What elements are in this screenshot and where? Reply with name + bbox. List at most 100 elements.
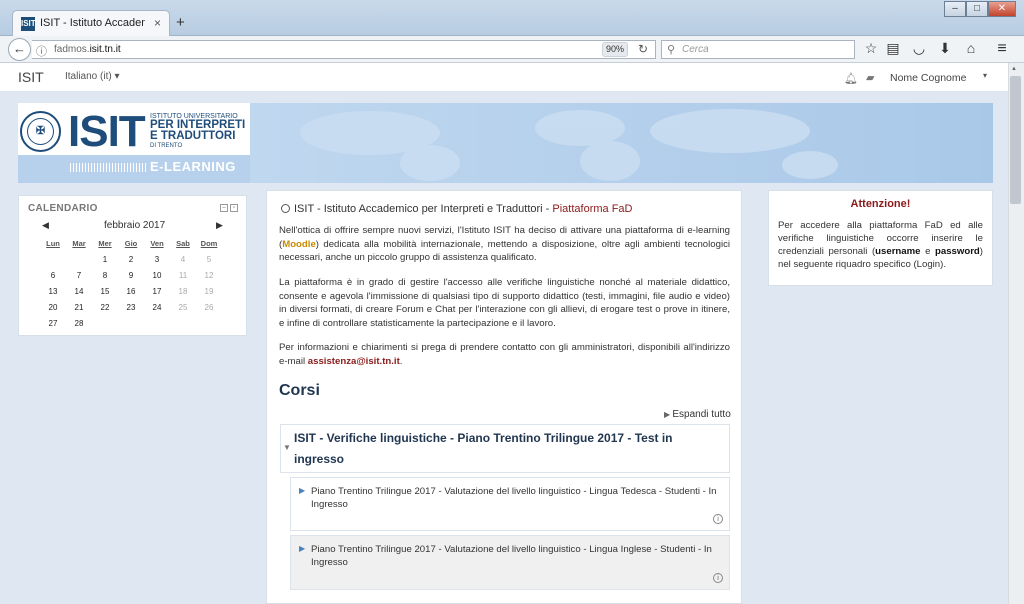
info-icon[interactable]: ⓘ xyxy=(36,43,47,59)
calendar-day[interactable]: 23 xyxy=(118,300,144,316)
calendar-day[interactable]: 17 xyxy=(144,284,170,300)
calendar-day[interactable]: 26 xyxy=(196,300,222,316)
calendar-day xyxy=(66,252,92,268)
course-link[interactable]: Piano Trentino Trilingue 2017 - Valutazi… xyxy=(311,485,721,511)
user-menu-caret-icon[interactable]: ▾ xyxy=(983,71,987,80)
site-icon xyxy=(281,204,290,213)
attention-text: Per accedere alla piattaforma FaD ed all… xyxy=(778,220,983,270)
site-summary-title: ISIT - Istituto Accademico per Interpret… xyxy=(281,203,633,215)
calendar-day xyxy=(92,316,118,332)
calendar-weekday-label: Lun xyxy=(46,239,60,248)
back-arrow-icon[interactable]: ← xyxy=(8,38,31,61)
course-expand-icon[interactable]: ▶ xyxy=(299,544,305,553)
course-expand-icon[interactable]: ▶ xyxy=(299,486,305,495)
reload-icon[interactable]: ↻ xyxy=(638,42,648,56)
scrollbar-thumb[interactable] xyxy=(1010,76,1021,204)
course-info-icon[interactable]: i xyxy=(713,573,723,583)
minimize-button[interactable]: – xyxy=(944,1,966,17)
world-map-graphic xyxy=(300,109,838,181)
messages-icon[interactable]: ▰ xyxy=(866,71,874,84)
course-link[interactable]: Piano Trentino Trilingue 2017 - Valutazi… xyxy=(311,543,721,569)
calendar-day[interactable]: 13 xyxy=(40,284,66,300)
close-window-button[interactable]: ✕ xyxy=(988,1,1016,17)
language-menu[interactable]: Italiano (it) ▾ xyxy=(65,71,119,82)
maximize-button[interactable]: □ xyxy=(966,1,988,17)
calendar-day[interactable]: 5 xyxy=(196,252,222,268)
menu-icon[interactable]: ≡ xyxy=(993,40,1011,58)
search-input[interactable]: ⚲ Cerca xyxy=(661,40,855,59)
elearning-label: E-LEARNING xyxy=(150,159,236,174)
calendar-day[interactable]: 27 xyxy=(40,316,66,332)
pocket-icon[interactable]: ◡ xyxy=(910,40,928,57)
calendar-next-month-icon[interactable]: ▶ xyxy=(216,220,223,231)
new-tab-button[interactable]: + xyxy=(176,14,185,31)
search-placeholder: Cerca xyxy=(682,44,709,55)
site-brand-link[interactable]: ISIT xyxy=(18,69,44,85)
category-title[interactable]: ISIT - Verifiche linguistiche - Piano Tr… xyxy=(294,428,704,470)
calendar-day xyxy=(118,316,144,332)
calendar-day[interactable]: 10 xyxy=(144,268,170,284)
calendar-month-label[interactable]: febbraio 2017 xyxy=(104,220,165,231)
calendar-day[interactable]: 7 xyxy=(66,268,92,284)
calendar-day[interactable]: 20 xyxy=(40,300,66,316)
scroll-up-arrow-icon[interactable]: ▲ xyxy=(1011,66,1017,72)
calendar-day[interactable]: 11 xyxy=(170,268,196,284)
calendar-day[interactable]: 16 xyxy=(118,284,144,300)
course-item[interactable]: ▶ Piano Trentino Trilingue 2017 - Valuta… xyxy=(290,535,730,590)
expand-all-link[interactable]: ▶ Espandi tutto xyxy=(664,409,731,420)
calendar-day[interactable]: 24 xyxy=(144,300,170,316)
calendar-day[interactable]: 6 xyxy=(40,268,66,284)
user-menu[interactable]: Nome Cognome xyxy=(890,72,966,84)
calendar-weekday-label: Gio xyxy=(124,239,138,248)
notifications-bell-icon[interactable]: 🔔︎ xyxy=(844,72,858,85)
calendar-day[interactable]: 14 xyxy=(66,284,92,300)
calendar-day[interactable]: 28 xyxy=(66,316,92,332)
calendar-weekday-label: Sab xyxy=(176,239,190,248)
intro-paragraph-2: La piattaforma è in grado di gestire l'a… xyxy=(279,277,730,329)
attention-title: Attenzione! xyxy=(850,198,911,210)
logo-subtitle-main: PER INTERPRETI E TRADUTTORI xyxy=(150,119,246,142)
calendar-day[interactable]: 21 xyxy=(66,300,92,316)
course-info-icon[interactable]: i xyxy=(713,514,723,524)
tab-title: ISIT - Istituto Accademico ... xyxy=(40,17,145,29)
calendar-day[interactable]: 8 xyxy=(92,268,118,284)
block-collapse-icon[interactable]: – xyxy=(220,204,228,212)
url-text: fadmos.isit.tn.it xyxy=(54,44,121,55)
calendar-day[interactable]: 2 xyxy=(118,252,144,268)
assistance-email-link[interactable]: assistenza@isit.tn.it xyxy=(308,356,400,367)
isit-seal-logo: ✠ xyxy=(20,111,61,152)
calendar-day[interactable]: 15 xyxy=(92,284,118,300)
calendar-day[interactable]: 9 xyxy=(118,268,144,284)
calendar-weekday-label: Dom xyxy=(200,239,218,248)
address-bar[interactable]: ⓘ fadmos.isit.tn.it 90% ↻ xyxy=(32,40,656,59)
block-dock-icon[interactable]: ▫ xyxy=(230,204,238,212)
course-item[interactable]: ▶ Piano Trentino Trilingue 2017 - Valuta… xyxy=(290,477,730,531)
isit-logo-text: ISIT xyxy=(68,107,146,156)
calendar-day[interactable]: 22 xyxy=(92,300,118,316)
calendar-day[interactable]: 3 xyxy=(144,252,170,268)
calendar-day[interactable]: 18 xyxy=(170,284,196,300)
bookmark-star-icon[interactable]: ☆ xyxy=(862,40,880,57)
category-collapse-icon[interactable]: ▼ xyxy=(283,443,291,452)
courses-heading: Corsi xyxy=(279,382,320,399)
calendar-title: CALENDARIO xyxy=(28,203,98,214)
calendar-day[interactable]: 4 xyxy=(170,252,196,268)
calendar-weekday-label: Mar xyxy=(72,239,86,248)
logo-subtitle-city: DI TRENTO xyxy=(150,143,183,149)
calendar-prev-month-icon[interactable]: ◀ xyxy=(42,220,49,231)
home-icon[interactable]: ⌂ xyxy=(962,40,980,56)
calendar-day[interactable]: 19 xyxy=(196,284,222,300)
elearning-stripes xyxy=(70,163,148,172)
calendar-day xyxy=(170,316,196,332)
calendar-grid: Lun Mar Mer Gio Ven Sab Dom 1 2 3 4 5 6 7 8 9 10 11 12 13 1… xyxy=(40,236,228,332)
tab-close-icon[interactable]: × xyxy=(154,16,161,30)
zoom-indicator[interactable]: 90% xyxy=(602,42,628,57)
calendar-day[interactable]: 12 xyxy=(196,268,222,284)
calendar-day[interactable]: 25 xyxy=(170,300,196,316)
calendar-day[interactable]: 1 xyxy=(92,252,118,268)
favicon-icon: ISIT xyxy=(21,17,36,31)
calendar-weekday-label: Mer xyxy=(98,239,112,248)
browser-tab[interactable]: ISIT ISIT - Istituto Accademico ... × xyxy=(12,10,170,37)
reading-list-icon[interactable]: ▤ xyxy=(884,40,902,57)
download-icon[interactable]: ⬇ xyxy=(936,40,954,57)
